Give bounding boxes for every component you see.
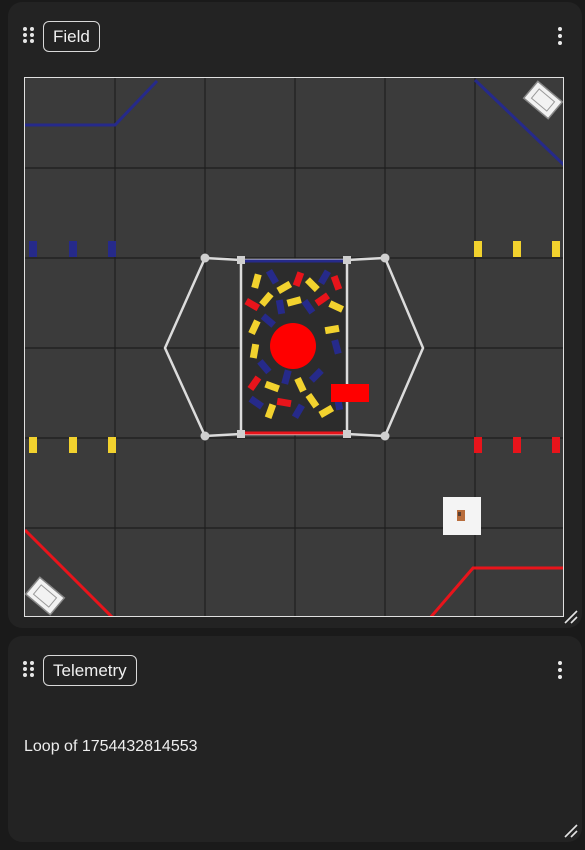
spike-marks-yellow-right	[474, 241, 560, 257]
kebab-menu-icon[interactable]	[558, 661, 562, 679]
basket-top-right	[522, 80, 563, 120]
basket-bottom-left	[25, 576, 66, 616]
panel-title-telemetry: Telemetry	[43, 655, 137, 686]
telemetry-panel: Telemetry Loop of 1754432814553	[8, 636, 582, 842]
resize-icon[interactable]	[564, 824, 578, 838]
resize-icon[interactable]	[564, 610, 578, 624]
blue-tape-top-left	[25, 79, 159, 127]
robot-marker	[270, 323, 316, 369]
spike-marks-yellow-left	[29, 437, 116, 453]
submersible-left-arm	[163, 256, 242, 438]
field-map	[25, 78, 563, 616]
spike-marks-red-right	[474, 437, 560, 453]
spike-marks-blue-left	[29, 241, 116, 257]
telemetry-line: Loop of 1754432814553	[24, 738, 198, 755]
drag-handle-icon[interactable]	[23, 661, 35, 677]
field-view[interactable]	[24, 77, 564, 617]
field-panel: Field	[8, 2, 582, 628]
drag-handle-icon[interactable]	[23, 27, 35, 43]
kebab-menu-icon[interactable]	[558, 27, 562, 45]
target-marker	[331, 384, 369, 402]
panel-title-field: Field	[43, 21, 100, 52]
robot-sprite-icon	[443, 497, 481, 535]
red-tape-bottom-right	[429, 566, 563, 616]
